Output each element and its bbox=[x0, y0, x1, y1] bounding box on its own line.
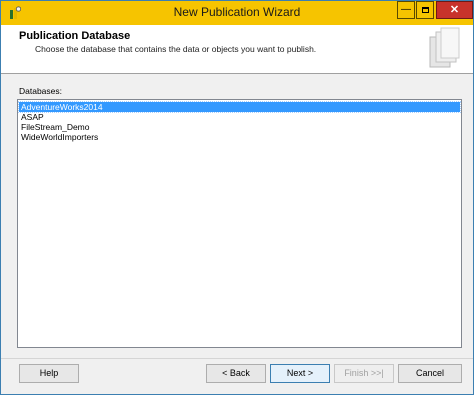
close-icon: ✕ bbox=[449, 4, 460, 16]
databases-listbox[interactable]: AdventureWorks2014 ASAP FileStream_Demo … bbox=[17, 99, 462, 348]
minimize-button[interactable]: — bbox=[397, 1, 415, 19]
finish-button[interactable]: Finish >>| bbox=[334, 364, 394, 383]
minimize-icon: — bbox=[401, 4, 411, 15]
list-item[interactable]: ASAP bbox=[19, 112, 460, 122]
maximize-button[interactable] bbox=[416, 1, 434, 19]
list-item[interactable]: WideWorldImporters bbox=[19, 132, 460, 142]
page-title: Publication Database bbox=[19, 30, 131, 42]
list-item[interactable]: AdventureWorks2014 bbox=[18, 101, 461, 113]
footer-divider bbox=[1, 358, 473, 359]
list-item[interactable]: FileStream_Demo bbox=[19, 122, 460, 132]
help-button[interactable]: Help bbox=[19, 364, 79, 383]
cancel-button[interactable]: Cancel bbox=[398, 364, 462, 383]
close-button[interactable]: ✕ bbox=[436, 1, 473, 19]
page-subtitle: Choose the database that contains the da… bbox=[35, 44, 317, 54]
title-bar[interactable]: New Publication Wizard — ✕ bbox=[1, 1, 473, 25]
wizard-header: Publication Database Choose the database… bbox=[1, 25, 473, 74]
wizard-window: New Publication Wizard — ✕ Publication D… bbox=[0, 0, 474, 395]
next-button[interactable]: Next > bbox=[270, 364, 330, 383]
databases-label: Databases: bbox=[19, 86, 62, 96]
back-button[interactable]: < Back bbox=[206, 364, 266, 383]
maximize-icon bbox=[421, 7, 429, 13]
database-stack-icon bbox=[427, 27, 461, 71]
